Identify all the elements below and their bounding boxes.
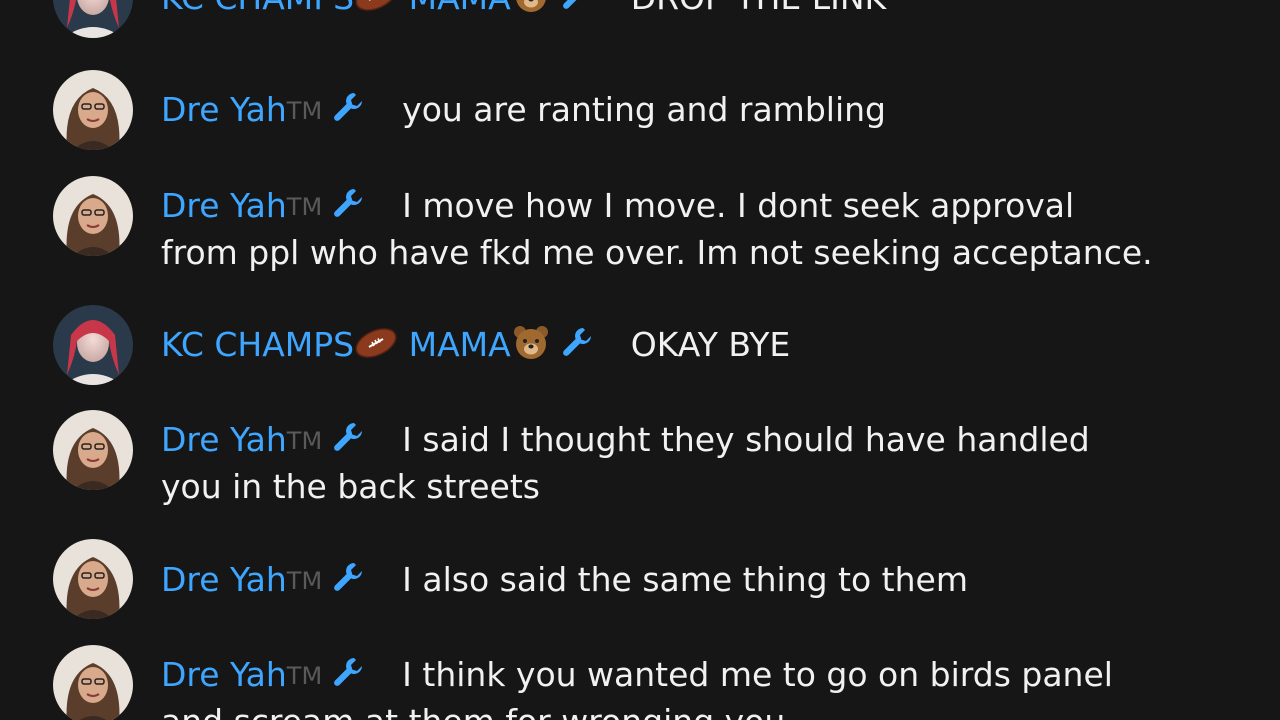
author-avatar[interactable] xyxy=(53,410,133,490)
wrench-icon xyxy=(332,561,364,593)
wrench-icon xyxy=(332,187,364,219)
message-text: OKAY BYE xyxy=(630,325,791,364)
author-avatar[interactable] xyxy=(53,645,133,720)
author-avatar[interactable] xyxy=(53,305,133,385)
wrench-icon xyxy=(332,91,364,123)
message-line: Dre YahTM I think you wanted me to go on … xyxy=(161,652,1241,720)
message-line: Dre YahTM you are ranting and rambling xyxy=(161,87,1241,134)
football-icon xyxy=(354,0,398,13)
message-line: KC CHAMPS MAMA DROP THE LINK xyxy=(161,0,1241,21)
message-text: I also said the same thing to them xyxy=(402,560,968,599)
author-name[interactable]: Dre Yah xyxy=(161,560,287,599)
message-text: I said I thought they should have handle… xyxy=(402,420,1090,459)
trademark-label: TM xyxy=(286,193,323,221)
bear-icon xyxy=(511,324,551,360)
author-name[interactable]: KC CHAMPS xyxy=(161,0,354,17)
author-name[interactable]: Dre Yah xyxy=(161,655,287,694)
message-text-continued: and scream at them for wronging you xyxy=(161,699,1241,720)
wrench-icon xyxy=(561,326,593,358)
message-text: DROP THE LINK xyxy=(631,0,886,17)
author-name-part2[interactable]: MAMA xyxy=(409,0,511,17)
trademark-label: TM xyxy=(286,427,323,455)
author-name[interactable]: Dre Yah xyxy=(161,420,287,459)
message-line: KC CHAMPS MAMA OKAY BYE xyxy=(161,322,1241,368)
message-text: I think you wanted me to go on birds pan… xyxy=(402,655,1113,694)
message-line: Dre YahTM I also said the same thing to t… xyxy=(161,557,1241,604)
message-line: Dre YahTM I said I thought they should ha… xyxy=(161,417,1241,510)
trademark-label: TM xyxy=(286,97,323,125)
author-avatar[interactable] xyxy=(53,539,133,619)
message-text: you are ranting and rambling xyxy=(402,90,886,129)
author-name[interactable]: Dre Yah xyxy=(161,186,287,225)
message-text-continued: from ppl who have fkd me over. Im not se… xyxy=(161,233,1153,272)
author-name[interactable]: Dre Yah xyxy=(161,90,287,129)
wrench-icon xyxy=(561,0,593,11)
author-avatar[interactable] xyxy=(53,0,133,38)
message-text-continued: you in the back streets xyxy=(161,467,540,506)
author-name[interactable]: KC CHAMPS xyxy=(161,325,354,364)
author-name-part2[interactable]: MAMA xyxy=(409,325,511,364)
wrench-icon xyxy=(332,421,364,453)
bear-icon xyxy=(511,0,551,13)
football-icon xyxy=(354,326,398,360)
message-line: Dre YahTM I move how I move. I dont seek … xyxy=(161,183,1241,276)
author-avatar[interactable] xyxy=(53,70,133,150)
message-text: I move how I move. I dont seek approval xyxy=(402,186,1075,225)
trademark-label: TM xyxy=(286,567,323,595)
author-avatar[interactable] xyxy=(53,176,133,256)
wrench-icon xyxy=(332,656,364,688)
live-chat-feed: KC CHAMPS MAMADROP THE LINK Dre YahTMyou… xyxy=(0,0,1280,720)
trademark-label: TM xyxy=(286,662,323,690)
